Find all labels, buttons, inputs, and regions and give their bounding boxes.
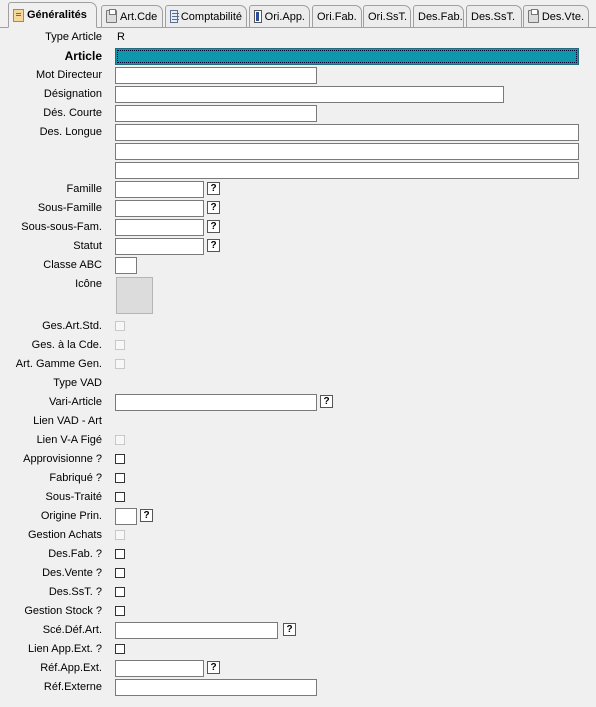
- tab-generalites[interactable]: Généralités: [8, 2, 97, 28]
- sous-famille-label: Sous-Famille: [37, 202, 102, 214]
- printer-icon: [106, 9, 117, 23]
- tab-ori-sst[interactable]: Ori.SsT.: [363, 5, 411, 27]
- icone-label: Icône: [75, 278, 102, 290]
- sous-famille-help-button[interactable]: ?: [207, 201, 220, 214]
- mot-directeur-field[interactable]: [115, 67, 317, 84]
- approvisionne-label: Approvisionne ?: [23, 453, 102, 465]
- lien-app-ext-label: Lien App.Ext. ?: [28, 643, 102, 655]
- origine-prin-help-button[interactable]: ?: [140, 509, 153, 522]
- sous-traite-label: Sous-Traité: [45, 491, 102, 503]
- des-fab-checkbox[interactable]: [115, 549, 125, 559]
- tab-label: Des.Fab.: [418, 10, 463, 23]
- des-fab-label: Des.Fab. ?: [48, 548, 102, 560]
- tab-label: Généralités: [27, 9, 87, 21]
- tab-ori-app[interactable]: Ori.App.: [249, 5, 310, 27]
- ges-a-la-cde-label: Ges. à la Cde.: [31, 339, 102, 351]
- ref-externe-field[interactable]: [115, 679, 317, 696]
- tab-label: Ori.App.: [264, 10, 305, 23]
- sous-sous-fam-help-button[interactable]: ?: [207, 220, 220, 233]
- statut-help-button[interactable]: ?: [207, 239, 220, 252]
- document-icon: [13, 8, 24, 22]
- statut-label: Statut: [73, 240, 102, 252]
- tab-des-fab[interactable]: Des.Fab.: [413, 5, 464, 27]
- des-longue-field-1[interactable]: [115, 124, 579, 141]
- tab-label: Ori.SsT.: [368, 10, 408, 23]
- gestion-achats-label: Gestion Achats: [28, 529, 102, 541]
- gestion-stock-checkbox[interactable]: [115, 606, 125, 616]
- sce-def-art-help-button[interactable]: ?: [283, 623, 296, 636]
- famille-field[interactable]: [115, 181, 204, 198]
- tab-strip: Généralités Art.Cde Comptabilité Ori.App…: [0, 0, 596, 28]
- sous-traite-checkbox[interactable]: [115, 492, 125, 502]
- sous-famille-field[interactable]: [115, 200, 204, 217]
- approvisionne-checkbox[interactable]: [115, 454, 125, 464]
- ref-app-ext-label: Réf.App.Ext.: [40, 662, 102, 674]
- article-field[interactable]: [115, 48, 579, 65]
- gestion-achats-checkbox: [115, 530, 125, 540]
- sheet-icon: [170, 10, 179, 23]
- mot-directeur-label: Mot Directeur: [35, 69, 102, 81]
- ref-externe-label: Réf.Externe: [43, 681, 102, 693]
- classe-abc-label: Classe ABC: [43, 259, 102, 271]
- sce-def-art-label: Scé.Déf.Art.: [42, 624, 102, 636]
- tab-art-cde[interactable]: Art.Cde: [101, 5, 163, 27]
- ref-app-ext-help-button[interactable]: ?: [207, 661, 220, 674]
- classe-abc-field[interactable]: [115, 257, 137, 274]
- gestion-stock-label: Gestion Stock ?: [24, 605, 102, 617]
- lien-va-fige-checkbox: [115, 435, 125, 445]
- tab-label: Ori.Fab.: [317, 10, 357, 23]
- type-vad-label: Type VAD: [53, 377, 102, 389]
- printer-icon: [528, 9, 539, 23]
- famille-label: Famille: [66, 183, 102, 195]
- des-courte-label: Dés. Courte: [43, 107, 102, 119]
- des-longue-field-2[interactable]: [115, 143, 579, 160]
- tab-des-vte[interactable]: Des.Vte.: [523, 5, 589, 27]
- des-longue-label: Des. Longue: [39, 126, 102, 138]
- art-gamme-gen-checkbox: [115, 359, 125, 369]
- tab-ori-fab[interactable]: Ori.Fab.: [312, 5, 362, 27]
- sous-sous-fam-label: Sous-sous-Fam.: [21, 221, 102, 233]
- ges-art-std-label: Ges.Art.Std.: [42, 320, 102, 332]
- origine-prin-label: Origine Prin.: [40, 510, 102, 522]
- type-article-label: Type Article: [45, 31, 102, 43]
- des-courte-field[interactable]: [115, 105, 317, 122]
- designation-field[interactable]: [115, 86, 504, 103]
- art-gamme-gen-label: Art. Gamme Gen.: [15, 358, 102, 370]
- tab-label: Art.Cde: [120, 10, 158, 23]
- des-sst-label: Des.SsT. ?: [48, 586, 102, 598]
- tab-comptabilite[interactable]: Comptabilité: [165, 5, 247, 27]
- vari-article-help-button[interactable]: ?: [320, 395, 333, 408]
- tab-label: Comptabilité: [180, 10, 242, 23]
- type-article-value: R: [117, 31, 125, 43]
- lien-app-ext-checkbox[interactable]: [115, 644, 125, 654]
- des-longue-field-3[interactable]: [115, 162, 579, 179]
- des-vente-label: Des.Vente ?: [42, 567, 102, 579]
- article-label: Article: [64, 49, 102, 63]
- tab-des-sst[interactable]: Des.SsT.: [466, 5, 522, 27]
- fabrique-checkbox[interactable]: [115, 473, 125, 483]
- tab-label: Des.SsT.: [471, 10, 516, 23]
- famille-help-button[interactable]: ?: [207, 182, 220, 195]
- statut-field[interactable]: [115, 238, 204, 255]
- fabrique-label: Fabriqué ?: [49, 472, 102, 484]
- sous-sous-fam-field[interactable]: [115, 219, 204, 236]
- icone-picker[interactable]: [116, 277, 153, 314]
- ges-art-std-checkbox: [115, 321, 125, 331]
- sce-def-art-field[interactable]: [115, 622, 278, 639]
- lien-vad-art-label: Lien VAD - Art: [33, 415, 102, 427]
- flag-icon: [254, 10, 262, 23]
- lien-va-fige-label: Lien V-A Figé: [36, 434, 102, 446]
- designation-label: Désignation: [43, 88, 102, 100]
- vari-article-field[interactable]: [115, 394, 317, 411]
- des-vente-checkbox[interactable]: [115, 568, 125, 578]
- origine-prin-field[interactable]: [115, 508, 137, 525]
- vari-article-label: Vari-Article: [49, 396, 102, 408]
- des-sst-checkbox[interactable]: [115, 587, 125, 597]
- ref-app-ext-field[interactable]: [115, 660, 204, 677]
- tab-label: Des.Vte.: [541, 10, 584, 23]
- ges-a-la-cde-checkbox: [115, 340, 125, 350]
